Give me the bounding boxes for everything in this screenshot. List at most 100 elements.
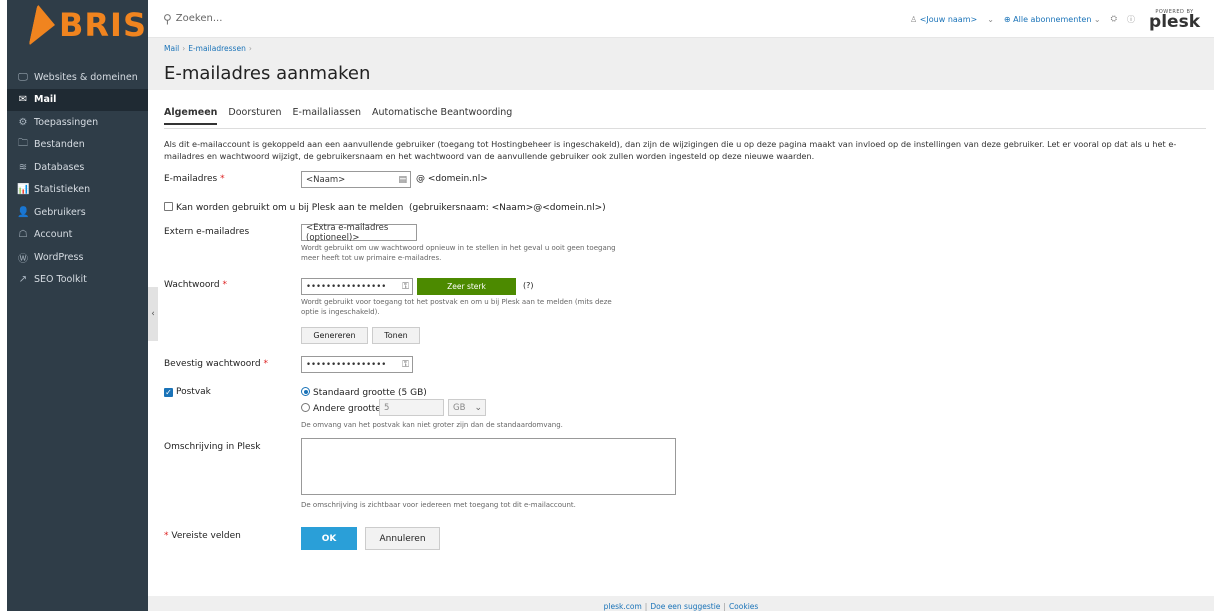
description-textarea[interactable] xyxy=(301,438,676,495)
chart-icon: 📊 xyxy=(17,184,30,196)
password-label: Wachtwoord * xyxy=(164,280,227,290)
sidebar-item-gebruikers[interactable]: 👤 Gebruikers xyxy=(7,201,148,224)
strength-help-icon[interactable]: (?) xyxy=(523,281,534,290)
mailbox-label: Postvak xyxy=(176,387,211,397)
required-note-text: Vereiste velden xyxy=(171,531,241,541)
tab-automatische-beantwoording[interactable]: Automatische Beantwoording xyxy=(372,107,512,125)
sidebar-item-label: Bestanden xyxy=(34,139,85,151)
breadcrumb-separator: › xyxy=(248,44,252,53)
sidebar-item-label: Databases xyxy=(34,161,85,173)
topbar-actions: ♙ <Jouw naam> ⌄ ⊕ Alle abonnementen ⌄ ⛭ … xyxy=(910,0,1200,38)
size-hint: De omvang van het postvak kan niet grote… xyxy=(301,421,563,429)
sidebar-item-databases[interactable]: ≋ Databases xyxy=(7,156,148,179)
mailbox-checkbox[interactable]: ✓ xyxy=(164,388,173,397)
size-unit-value: GB xyxy=(453,402,466,413)
sidebar-item-label: Statistieken xyxy=(34,184,91,196)
size-default-radio[interactable] xyxy=(301,387,310,396)
footer-link-cookies[interactable]: Cookies xyxy=(729,602,758,611)
login-checkbox-row[interactable]: Kan worden gebruikt om u bij Plesk aan t… xyxy=(164,202,606,213)
size-other-radio[interactable] xyxy=(301,403,310,412)
topbar: ⚲ Zoeken... ♙ <Jouw naam> ⌄ ⊕ Alle abonn… xyxy=(148,0,1214,38)
footer-link-plesk[interactable]: plesk.com xyxy=(604,602,642,611)
tab-algemeen[interactable]: Algemeen xyxy=(164,107,218,125)
account-icon: ☖ xyxy=(18,229,28,241)
mailbox-checkbox-row[interactable]: ✓ Postvak xyxy=(164,387,211,397)
gear-icon: ⚙ xyxy=(18,116,28,128)
description-label: Omschrijving in Plesk xyxy=(164,442,261,452)
generate-button[interactable]: Genereren xyxy=(301,327,368,344)
sidebar-item-label: Toepassingen xyxy=(34,116,99,128)
sidebar-item-wordpress[interactable]: Ⓦ WordPress xyxy=(7,246,148,269)
login-checkbox-label: Kan worden gebruikt om u bij Plesk aan t… xyxy=(176,203,404,213)
domain-text: <domein.nl> xyxy=(427,174,488,184)
footer-separator: | xyxy=(723,602,726,611)
size-other-label: Andere grootte xyxy=(313,404,381,414)
size-value-input[interactable]: 5 xyxy=(379,399,444,416)
page-header: Mail › E-mailadressen › E-mailadres aanmake… xyxy=(148,38,1214,90)
sidebar-item-websites[interactable]: 🖵 Websites & domeinen xyxy=(7,66,148,89)
subscriptions-menu[interactable]: ⊕ Alle abonnementen ⌄ xyxy=(1004,15,1101,24)
sidebar-item-label: WordPress xyxy=(34,251,84,263)
extern-email-label: Extern e-mailadres xyxy=(164,227,250,237)
email-domain: @ <domein.nl> xyxy=(416,174,488,184)
ok-button[interactable]: OK xyxy=(301,527,357,550)
show-button[interactable]: Tonen xyxy=(372,327,420,344)
intro-text: Als dit e-mailaccount is gekoppeld aan e… xyxy=(164,139,1177,161)
sidebar-item-account[interactable]: ☖ Account xyxy=(7,224,148,247)
password-value: •••••••••••••••• xyxy=(306,281,387,292)
extern-email-input[interactable]: <Extra e-mailadres (optioneel)> xyxy=(301,223,417,243)
confirm-password-label: Bevestig wachtwoord * xyxy=(164,359,268,369)
sidebar-item-bestanden[interactable]: 🗀 Bestanden xyxy=(7,134,148,157)
page-title: E-mailadres aanmaken xyxy=(164,63,371,84)
cancel-button[interactable]: Annuleren xyxy=(365,527,440,550)
subscriptions-label: Alle abonnementen xyxy=(1013,14,1092,24)
confirm-password-input[interactable]: •••••••••••••••• ⚿ xyxy=(301,356,413,373)
tab-emailaliassen[interactable]: E-mailaliassen xyxy=(293,107,361,125)
chevron-down-icon: ⌄ xyxy=(1091,14,1101,24)
brisp-logo-icon xyxy=(28,4,60,46)
sidebar-item-statistieken[interactable]: 📊 Statistieken xyxy=(7,179,148,202)
at-sign: @ xyxy=(416,174,425,184)
password-strength-badge: Zeer sterk xyxy=(417,278,516,295)
description-hint: De omschrijving is zichtbaar voor iedere… xyxy=(301,501,576,509)
size-other-row[interactable]: Andere grootte xyxy=(301,403,381,414)
email-name-input[interactable]: <Naam> ▤ xyxy=(301,171,411,188)
sidebar-item-seo-toolkit[interactable]: ↗ SEO Toolkit xyxy=(7,269,148,292)
globe-icon: ⊕ xyxy=(1003,14,1014,24)
brisp-logo[interactable]: BRISP xyxy=(7,0,170,50)
password-label-text: Wachtwoord xyxy=(164,280,220,290)
password-input[interactable]: •••••••••••••••• ⚿ xyxy=(301,278,413,295)
tab-doorsturen[interactable]: Doorsturen xyxy=(228,107,281,125)
breadcrumb-email-addresses[interactable]: E-mailadressen xyxy=(188,44,246,53)
sidebar-item-toepassingen[interactable]: ⚙ Toepassingen xyxy=(7,111,148,134)
sidebar-nav: 🖵 Websites & domeinen ✉ Mail ⚙ Toepassingen… xyxy=(7,66,148,291)
breadcrumb-separator: › xyxy=(182,44,186,53)
main-content: Algemeen Doorsturen E-mailaliassen Autom… xyxy=(148,90,1214,596)
footer-separator: | xyxy=(644,602,648,611)
sidebar-item-label: SEO Toolkit xyxy=(34,274,87,286)
breadcrumb-mail[interactable]: Mail xyxy=(164,44,179,53)
bug-icon[interactable]: ⛭ xyxy=(1111,14,1117,24)
footer: plesk.com | Doe een suggestie | Cookies xyxy=(148,596,1214,611)
help-icon[interactable]: ⓘ xyxy=(1127,14,1135,25)
mail-icon: ✉ xyxy=(18,94,28,106)
user-icon: 👤 xyxy=(17,206,30,218)
email-name-value: <Naam> xyxy=(306,174,346,185)
login-checkbox[interactable] xyxy=(164,202,173,211)
sidebar-item-mail[interactable]: ✉ Mail xyxy=(7,88,148,111)
footer-link-suggestion[interactable]: Doe een suggestie xyxy=(650,602,720,611)
email-label-text: E-mailadres xyxy=(164,174,218,184)
user-icon: ♙ xyxy=(910,14,920,24)
sidebar-item-label: Account xyxy=(34,229,73,241)
chevron-down-icon[interactable]: ⌄ xyxy=(987,15,994,24)
size-unit-select[interactable]: GB ⌄ xyxy=(448,399,486,416)
user-menu[interactable]: ♙ <Jouw naam> xyxy=(910,15,977,24)
size-default-row[interactable]: Standaard grootte (5 GB) xyxy=(301,387,427,398)
sidebar-item-label: Websites & domeinen xyxy=(34,71,138,83)
chevron-down-icon: ⌄ xyxy=(474,402,482,413)
seo-icon: ↗ xyxy=(18,274,28,286)
search-input[interactable]: Zoeken... xyxy=(176,13,223,24)
breadcrumb: Mail › E-mailadressen › xyxy=(164,44,255,53)
search-icon: ⚲ xyxy=(163,11,172,26)
search-bar[interactable]: ⚲ Zoeken... xyxy=(163,12,222,26)
